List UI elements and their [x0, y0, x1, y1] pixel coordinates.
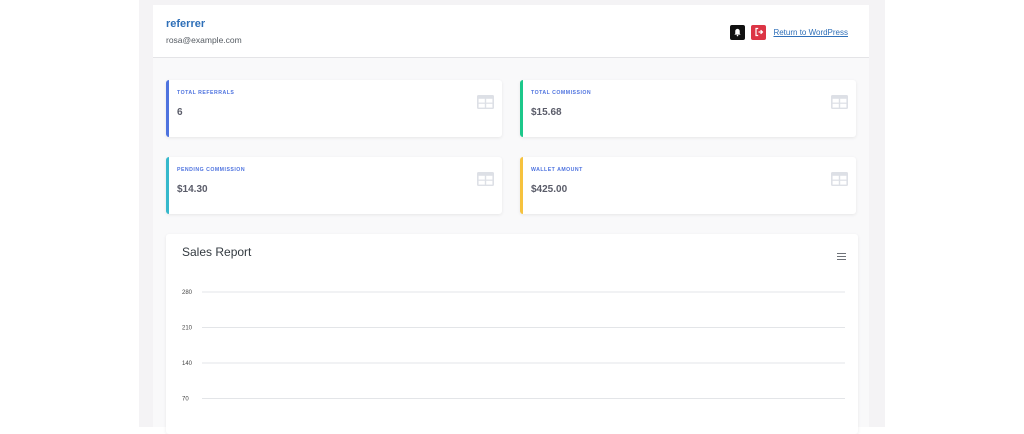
- stat-label: PENDING COMMISSION: [177, 167, 246, 173]
- stat-card-total-referrals: TOTAL REFERRALS 6: [166, 80, 502, 137]
- return-to-wordpress-link[interactable]: Return to WordPress: [773, 28, 848, 37]
- table-icon: [477, 95, 494, 109]
- header-actions: Return to WordPress: [730, 24, 848, 40]
- stat-card-total-commission: TOTAL COMMISSION $15.68: [520, 80, 856, 137]
- notifications-button[interactable]: [730, 24, 746, 40]
- logout-icon: [755, 27, 764, 37]
- y-tick-label: 70: [182, 397, 189, 403]
- stat-value: 6: [177, 107, 183, 118]
- user-email: rosa@example.com: [166, 35, 242, 45]
- table-icon: [831, 172, 848, 186]
- table-icon: [477, 172, 494, 186]
- bell-icon: [734, 28, 742, 36]
- stat-label: WALLET AMOUNT: [531, 167, 583, 173]
- sales-report-card: Sales Report 280 210 140 70: [166, 234, 858, 434]
- y-tick-label: 280: [182, 290, 193, 296]
- logout-button[interactable]: [751, 24, 767, 40]
- dashboard-panel: referrer rosa@example.com Return to Word…: [153, 5, 869, 434]
- stat-card-wallet-amount: WALLET AMOUNT $425.00: [520, 157, 856, 214]
- stat-value: $14.30: [177, 184, 208, 195]
- table-icon: [831, 95, 848, 109]
- stat-value: $425.00: [531, 184, 568, 195]
- stat-card-pending-commission: PENDING COMMISSION $14.30: [166, 157, 502, 214]
- stat-label: TOTAL COMMISSION: [531, 90, 592, 96]
- user-name: referrer: [166, 18, 206, 30]
- stat-label: TOTAL REFERRALS: [177, 90, 235, 96]
- sales-chart: 280 210 140 70: [182, 290, 845, 403]
- stat-value: $15.68: [531, 107, 562, 118]
- y-tick-label: 140: [182, 361, 193, 367]
- y-tick-label: 210: [182, 326, 193, 332]
- dashboard-header: referrer rosa@example.com Return to Word…: [153, 5, 869, 58]
